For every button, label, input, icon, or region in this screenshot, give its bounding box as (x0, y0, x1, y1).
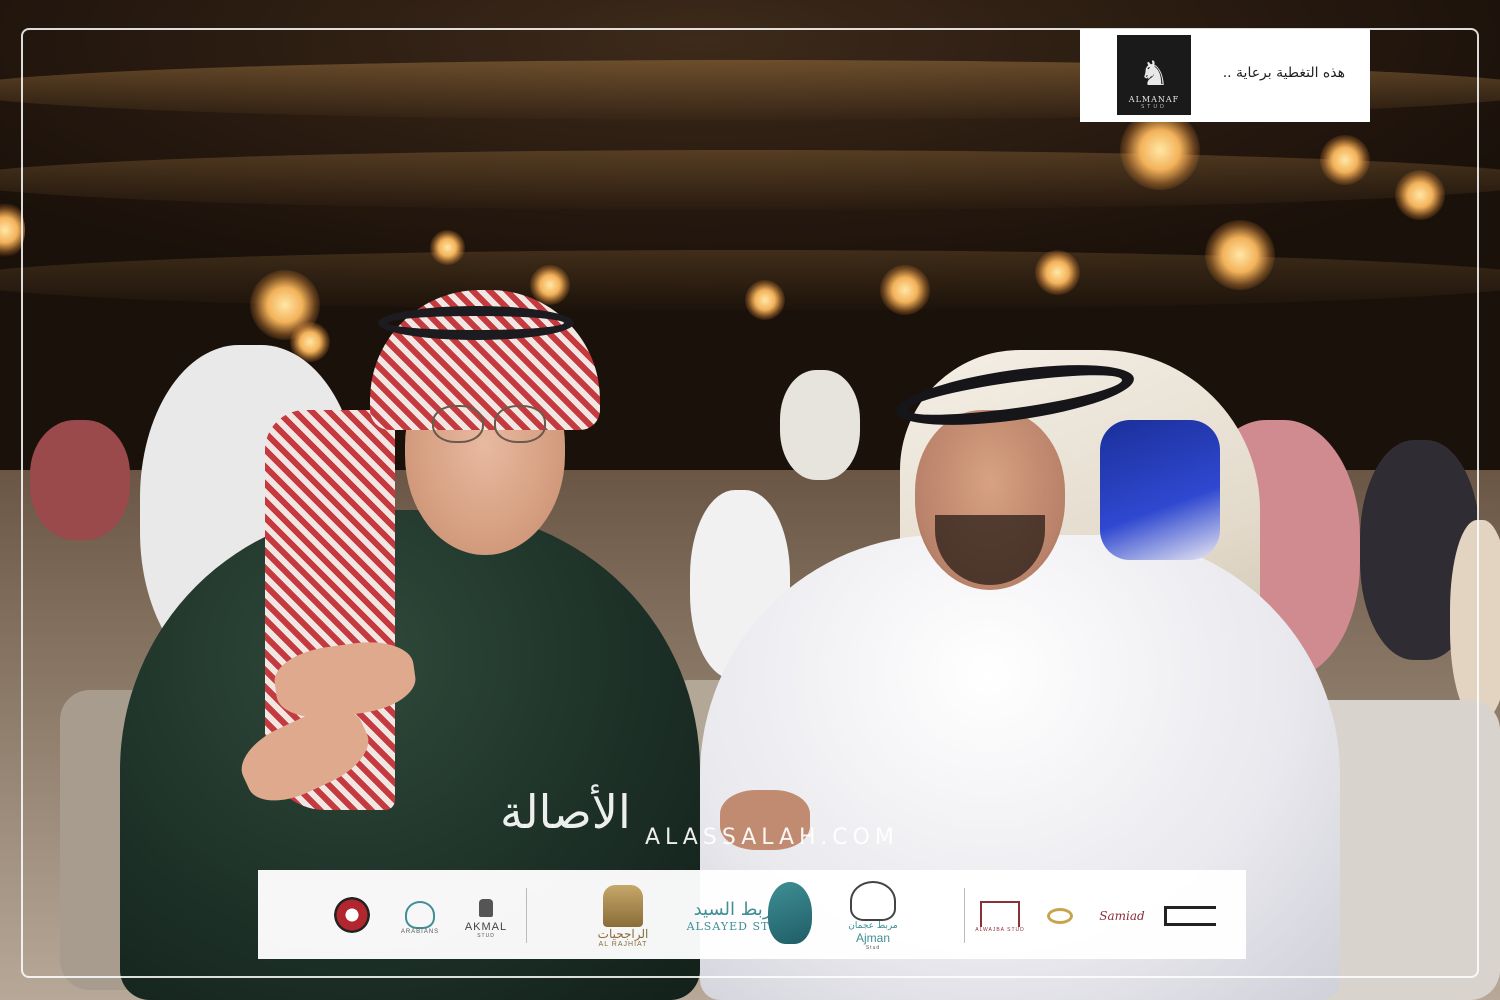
calligraphy-icon (1164, 906, 1216, 926)
arabians-text: ARABIANS (400, 929, 440, 935)
calligraphy-icon (1047, 908, 1073, 924)
rajhiat-arabic: الراجحيات (597, 926, 649, 941)
arabians-logo: ARABIANS (394, 892, 446, 944)
horse-head-icon (603, 884, 643, 927)
horse-head-icon (479, 899, 493, 917)
sponsor-strip: ARABIANS AKMAL STUD الراجحيات AL RAJHIAT… (258, 870, 1246, 959)
sponsor-caption: هذه التغطية برعاية .. (1222, 65, 1345, 81)
federation-emblem (330, 890, 374, 940)
almanaf-stud-logo: ♞ ALMANAF STUD (1117, 35, 1191, 115)
watermark-latin: ALASSALAH.COM (645, 825, 899, 850)
al-rajhiat-logo: الراجحيات AL RAJHIAT (588, 876, 658, 956)
emblem-icon (334, 897, 370, 933)
akmal-sub: STUD (477, 933, 495, 939)
horse-icon: ♞ (1138, 54, 1170, 94)
sponsor-logo-name: ALMANAF (1128, 95, 1180, 104)
alwajba-text: ALWAJBA STUD (975, 927, 1025, 933)
rajhiat-latin: AL RAJHIAT (598, 940, 648, 948)
horse-head-icon (850, 881, 896, 921)
alwajba-stud-logo: ALWAJBA STUD (974, 892, 1026, 942)
sponsor-box: ♞ ALMANAF STUD هذه التغطية برعاية .. (1080, 29, 1370, 122)
samiad-text: Samiad (1099, 909, 1145, 923)
divider (526, 888, 527, 943)
akmal-text: AKMAL (464, 921, 508, 933)
horse-icon (405, 901, 435, 929)
samiad-logo: Samiad (1094, 896, 1150, 936)
ajman-stud-logo: مربط عجمان Ajman Stud (833, 876, 913, 956)
watermark-arabic: الأصالة (500, 785, 631, 839)
fort-icon (980, 901, 1020, 927)
divider (964, 888, 965, 943)
alassalah-watermark: الأصالة ALASSALAH.COM (500, 785, 1020, 855)
seahorse-icon (768, 882, 812, 944)
calligraphy-stud-logo (1160, 898, 1220, 934)
ajman-arabic: مربط عجمان (848, 921, 898, 931)
sponsor-logo-sub: STUD (1141, 104, 1167, 110)
ajman-sub: Stud (865, 945, 881, 951)
akmal-stud-logo: AKMAL STUD (458, 894, 514, 944)
ajman-latin: Ajman (855, 931, 890, 945)
gold-stud-logo (1036, 896, 1084, 936)
